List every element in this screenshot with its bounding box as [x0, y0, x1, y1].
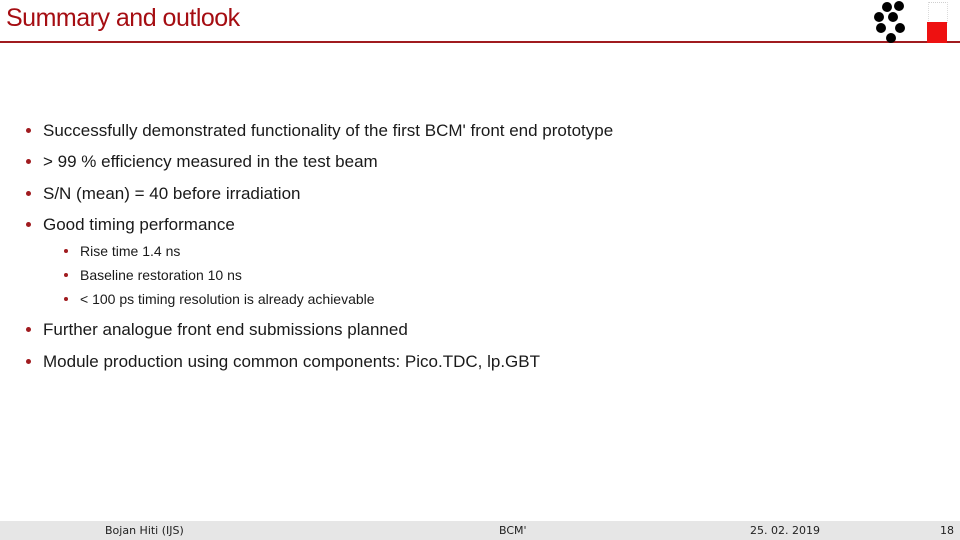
bullet-icon [26, 159, 31, 164]
bullet-text: > 99 % efficiency measured in the test b… [43, 152, 378, 171]
slide-footer: Bojan Hiti (IJS) BCM' 25. 02. 2019 18 [0, 521, 960, 540]
footer-topic: BCM' [499, 524, 527, 537]
ijs-logo-icon [926, 2, 948, 43]
logo-red-block [927, 22, 947, 43]
bullet-text: Further analogue front end submissions p… [43, 320, 408, 339]
bullet-text: Successfully demonstrated functionality … [43, 121, 614, 140]
title-divider [0, 41, 960, 43]
bullet-item: Good timing performance [26, 215, 235, 235]
bullet-item: S/N (mean) = 40 before irradiation [26, 184, 301, 204]
bullet-text: S/N (mean) = 40 before irradiation [43, 184, 301, 203]
bullet-item: > 99 % efficiency measured in the test b… [26, 152, 378, 172]
sub-bullet-icon [64, 273, 68, 277]
sub-bullet-item: < 100 ps timing resolution is already ac… [64, 291, 375, 307]
sub-bullet-item: Baseline restoration 10 ns [64, 267, 242, 283]
bullet-item: Further analogue front end submissions p… [26, 320, 408, 340]
footer-date: 25. 02. 2019 [750, 524, 820, 537]
sub-bullet-item: Rise time 1.4 ns [64, 243, 181, 259]
bullet-icon [26, 327, 31, 332]
sub-bullet-text: < 100 ps timing resolution is already ac… [80, 291, 375, 307]
bullet-icon [26, 222, 31, 227]
bullet-icon [26, 128, 31, 133]
footer-page-number: 18 [940, 524, 954, 537]
sub-bullet-icon [64, 297, 68, 301]
bullet-icon [26, 359, 31, 364]
logo-sketch [928, 2, 948, 23]
sub-bullet-text: Rise time 1.4 ns [80, 243, 181, 259]
bullet-item: Successfully demonstrated functionality … [26, 121, 614, 141]
footer-author: Bojan Hiti (IJS) [105, 524, 184, 537]
sub-bullet-icon [64, 249, 68, 253]
slide-title: Summary and outlook [6, 4, 240, 32]
bullet-text: Module production using common component… [43, 352, 541, 371]
dots-logo-icon [868, 0, 918, 44]
bullet-item: Module production using common component… [26, 352, 541, 372]
bullet-icon [26, 191, 31, 196]
sub-bullet-text: Baseline restoration 10 ns [80, 267, 242, 283]
bullet-text: Good timing performance [43, 215, 235, 234]
